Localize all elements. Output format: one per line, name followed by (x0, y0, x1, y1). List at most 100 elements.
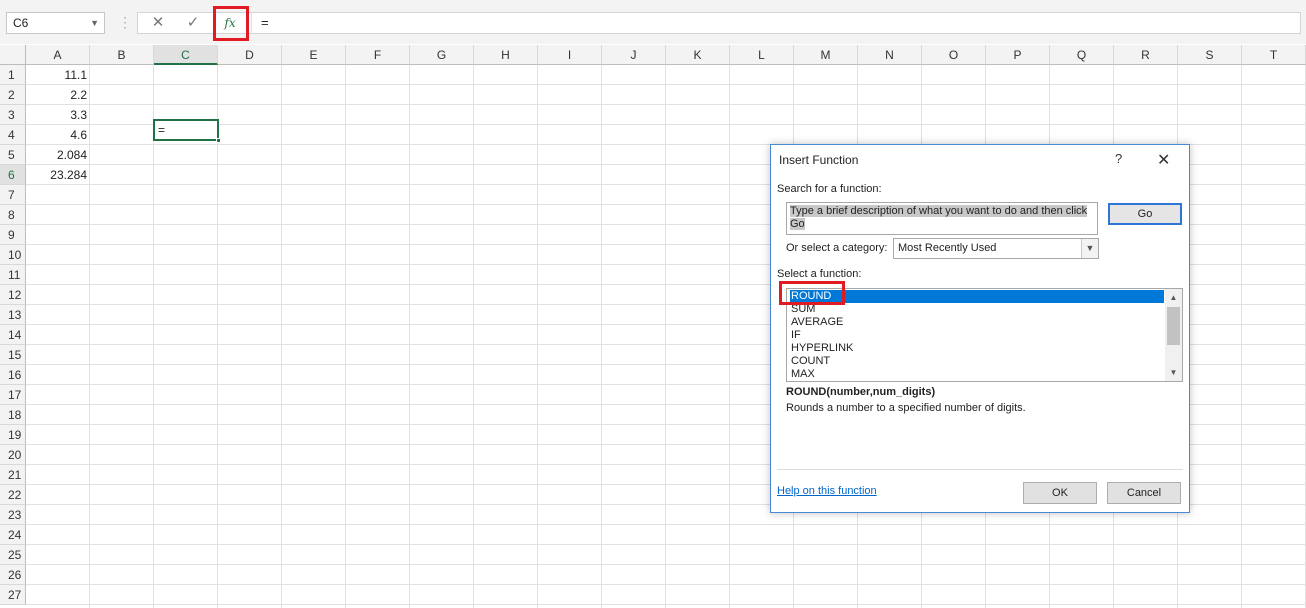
row-header-4[interactable]: 4 (0, 125, 26, 145)
row-header-2[interactable]: 2 (0, 85, 26, 105)
column-header-q[interactable]: Q (1050, 45, 1114, 65)
function-list[interactable]: ROUND SUM AVERAGE IF HYPERLINK COUNT MAX… (786, 288, 1183, 382)
formula-toolbar: C6 ▼ ⋮ ✕ ✓ fx = (0, 0, 1306, 44)
row-header-11[interactable]: 11 (0, 265, 26, 285)
column-header-t[interactable]: T (1242, 45, 1306, 65)
column-header-r[interactable]: R (1114, 45, 1178, 65)
fx-highlight-box (213, 6, 249, 41)
row-header-15[interactable]: 15 (0, 345, 26, 365)
function-item-max[interactable]: MAX (790, 368, 815, 381)
row-header-1[interactable]: 1 (0, 65, 26, 85)
column-header-c[interactable]: C (154, 45, 218, 65)
row-header-25[interactable]: 25 (0, 545, 26, 565)
help-icon[interactable]: ? (1115, 151, 1122, 166)
search-input-text: Type a brief description of what you wan… (790, 205, 1088, 230)
function-signature: ROUND(number,num_digits) (786, 386, 936, 398)
column-header-h[interactable]: H (474, 45, 538, 65)
grid-line (26, 544, 1306, 545)
formula-bar: ✕ ✓ fx = (137, 12, 1301, 34)
more-options-icon[interactable]: ⋮ (118, 14, 132, 31)
column-header-m[interactable]: M (794, 45, 858, 65)
column-header-i[interactable]: I (538, 45, 602, 65)
row-header-20[interactable]: 20 (0, 445, 26, 465)
dialog-title: Insert Function (779, 153, 859, 167)
column-header-b[interactable]: B (90, 45, 154, 65)
search-function-input[interactable]: Type a brief description of what you wan… (786, 202, 1098, 235)
row-header-7[interactable]: 7 (0, 185, 26, 205)
go-button[interactable]: Go (1108, 203, 1182, 225)
function-item-if[interactable]: IF (790, 329, 801, 342)
scroll-thumb[interactable] (1167, 307, 1180, 345)
column-header-f[interactable]: F (346, 45, 410, 65)
category-value: Most Recently Used (898, 242, 997, 254)
column-header-j[interactable]: J (602, 45, 666, 65)
formula-bar-divider (251, 13, 252, 33)
chevron-down-icon[interactable]: ▼ (1081, 239, 1098, 258)
function-list-scrollbar[interactable]: ▲ ▼ (1165, 289, 1182, 381)
row-header-12[interactable]: 12 (0, 285, 26, 305)
row-header-22[interactable]: 22 (0, 485, 26, 505)
chevron-down-icon[interactable]: ▼ (90, 13, 99, 33)
row-header-3[interactable]: 3 (0, 105, 26, 125)
function-item-hyperlink[interactable]: HYPERLINK (790, 342, 853, 355)
column-header-a[interactable]: A (26, 45, 90, 65)
ok-button[interactable]: OK (1023, 482, 1097, 504)
row-header-13[interactable]: 13 (0, 305, 26, 325)
grid-line (665, 65, 666, 608)
column-header-k[interactable]: K (666, 45, 730, 65)
formula-input[interactable]: = (261, 13, 269, 33)
row-header-27[interactable]: 27 (0, 585, 26, 605)
cell-a1[interactable]: 11.1 (26, 65, 90, 85)
column-header-n[interactable]: N (858, 45, 922, 65)
column-header-e[interactable]: E (282, 45, 346, 65)
row-header-24[interactable]: 24 (0, 525, 26, 545)
row-header-19[interactable]: 19 (0, 425, 26, 445)
cell-a2[interactable]: 2.2 (26, 85, 90, 105)
cancel-entry-icon[interactable]: ✕ (148, 13, 168, 33)
cell-a3[interactable]: 3.3 (26, 105, 90, 125)
row-header-5[interactable]: 5 (0, 145, 26, 165)
row-header-16[interactable]: 16 (0, 365, 26, 385)
name-box[interactable]: C6 ▼ (6, 12, 105, 34)
row-header-9[interactable]: 9 (0, 225, 26, 245)
category-select[interactable]: Most Recently Used ▼ (893, 238, 1099, 259)
row-header-14[interactable]: 14 (0, 325, 26, 345)
function-item-average[interactable]: AVERAGE (790, 316, 843, 329)
select-all-corner[interactable] (0, 45, 26, 65)
row-header-26[interactable]: 26 (0, 565, 26, 585)
row-header-23[interactable]: 23 (0, 505, 26, 525)
row-header-17[interactable]: 17 (0, 385, 26, 405)
grid-line (281, 65, 282, 608)
grid-line (26, 604, 1306, 605)
active-cell-c6[interactable]: = (153, 119, 221, 143)
column-header-p[interactable]: P (986, 45, 1050, 65)
column-header-g[interactable]: G (410, 45, 474, 65)
column-header-d[interactable]: D (218, 45, 282, 65)
column-header-o[interactable]: O (922, 45, 986, 65)
close-icon[interactable]: ✕ (1157, 150, 1170, 170)
scroll-down-icon[interactable]: ▼ (1165, 364, 1182, 381)
grid-line (26, 84, 1306, 85)
row-header-6[interactable]: 6 (0, 165, 26, 185)
cell-a5[interactable]: 2.084 (26, 145, 90, 165)
cell-a6[interactable]: 23.284 (26, 165, 90, 185)
fill-handle[interactable] (216, 138, 221, 143)
grid-line (345, 65, 346, 608)
help-on-function-link[interactable]: Help on this function (777, 485, 877, 497)
function-item-count[interactable]: COUNT (790, 355, 830, 368)
grid-line (26, 104, 1306, 105)
row-header-8[interactable]: 8 (0, 205, 26, 225)
cancel-button[interactable]: Cancel (1107, 482, 1181, 504)
column-header-l[interactable]: L (730, 45, 794, 65)
confirm-entry-icon[interactable]: ✓ (183, 13, 203, 33)
row-header-21[interactable]: 21 (0, 465, 26, 485)
function-item-round[interactable]: ROUND (790, 290, 1164, 303)
scroll-up-icon[interactable]: ▲ (1165, 289, 1182, 306)
insert-function-dialog: Insert Function ? ✕ Search for a functio… (770, 144, 1190, 513)
grid-line (601, 65, 602, 608)
column-header-s[interactable]: S (1178, 45, 1242, 65)
row-header-18[interactable]: 18 (0, 405, 26, 425)
row-header-10[interactable]: 10 (0, 245, 26, 265)
cell-a4[interactable]: 4.6 (26, 125, 90, 145)
dialog-divider (777, 469, 1183, 470)
